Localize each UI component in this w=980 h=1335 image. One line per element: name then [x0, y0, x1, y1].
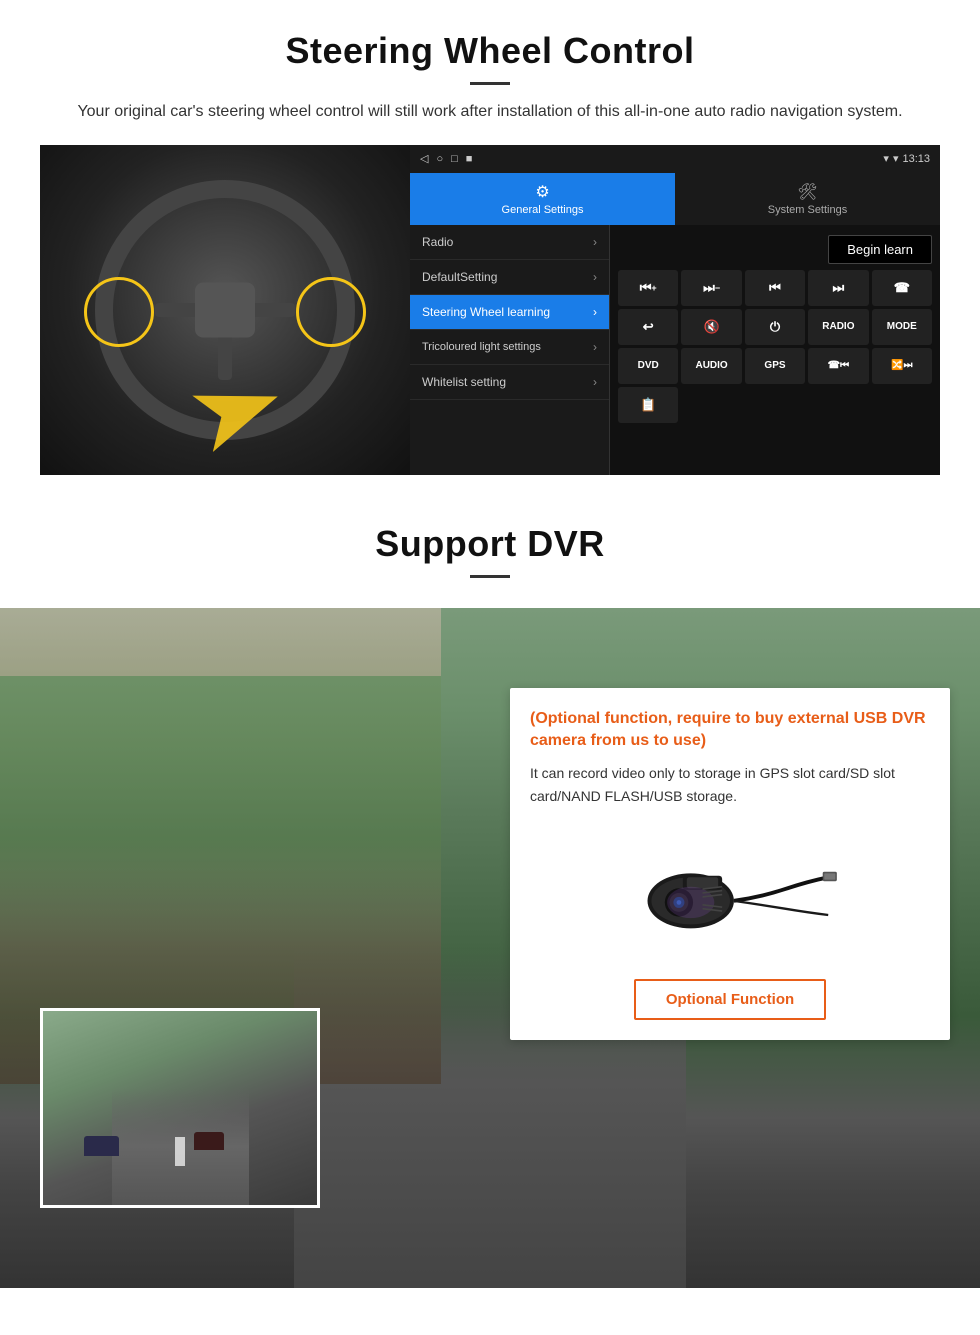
begin-learn-area: Begin learn — [614, 229, 936, 270]
settings-menu-list: Radio › DefaultSetting › Steering Wheel … — [410, 225, 610, 475]
dvr-background: (Optional function, require to buy exter… — [0, 608, 980, 1288]
wheel-center-hub — [195, 282, 255, 337]
home-button-icon[interactable]: ○ — [436, 153, 443, 165]
ctrl-back[interactable]: ↩ — [618, 309, 678, 345]
section-subtitle: Your original car's steering wheel contr… — [60, 99, 920, 125]
steering-wheel-section: Steering Wheel Control Your original car… — [0, 0, 980, 495]
chevron-right-icon: › — [593, 340, 597, 354]
thumbnail-image — [43, 1011, 317, 1205]
menu-item-steering-wheel[interactable]: Steering Wheel learning › — [410, 295, 609, 330]
ctrl-mute[interactable]: 🔇 — [681, 309, 741, 345]
menu-item-tricoloured[interactable]: Tricoloured light settings › — [410, 330, 609, 365]
menu-item-whitelist[interactable]: Whitelist setting › — [410, 365, 609, 400]
gear-icon: ⚙ — [535, 182, 549, 202]
vegetation-bg — [0, 676, 441, 948]
steering-container: ◁ ○ □ ■ ▾ ▾ 13:13 ⚙ General Settings — [40, 145, 940, 475]
support-dvr-section: Support DVR (Optional function, require … — [0, 495, 980, 1288]
dvr-thumbnail-preview — [40, 1008, 320, 1208]
record-icon: ■ — [466, 153, 473, 165]
ctrl-prev-track[interactable]: ⏮ — [745, 270, 805, 306]
thumbnail-car-1 — [84, 1136, 119, 1156]
thumbnail-road-line — [175, 1137, 186, 1166]
begin-learn-button[interactable]: Begin learn — [828, 235, 932, 264]
dvr-info-title: (Optional function, require to buy exter… — [530, 708, 930, 753]
tab-system-settings[interactable]: 🛠 System Settings — [675, 173, 940, 225]
ctrl-gps[interactable]: GPS — [745, 348, 805, 384]
ctrl-power[interactable]: ⏻ — [745, 309, 805, 345]
system-icon: 🛠 — [797, 182, 817, 202]
menu-item-default-setting[interactable]: DefaultSetting › — [410, 260, 609, 295]
highlight-circle-right — [296, 277, 366, 347]
chevron-right-icon: › — [593, 375, 597, 389]
clock: 13:13 — [902, 153, 930, 165]
dvr-camera-svg — [620, 833, 840, 953]
dvr-camera-device — [530, 823, 930, 963]
ctrl-next-track[interactable]: ⏭ — [808, 270, 868, 306]
statusbar-nav: ◁ ○ □ ■ — [420, 152, 472, 165]
ctrl-phone[interactable]: ☎ — [872, 270, 932, 306]
ctrl-audio[interactable]: AUDIO — [681, 348, 741, 384]
settings-tabs: ⚙ General Settings 🛠 System Settings — [410, 173, 940, 225]
optional-function-button[interactable]: Optional Function — [634, 979, 826, 1020]
highlight-circle-left — [84, 277, 154, 347]
ctrl-dvd[interactable]: DVD — [618, 348, 678, 384]
wifi-icon: ▾ — [893, 152, 899, 165]
title-divider — [470, 82, 510, 85]
steering-photo — [40, 145, 410, 475]
dvr-info-card: (Optional function, require to buy exter… — [510, 688, 950, 1041]
ctrl-vol-up[interactable]: ⏮+ — [618, 270, 678, 306]
statusbar-status: ▾ ▾ 13:13 — [883, 152, 930, 165]
dvr-info-text: It can record video only to storage in G… — [530, 762, 930, 807]
android-statusbar: ◁ ○ □ ■ ▾ ▾ 13:13 — [410, 145, 940, 173]
ctrl-mode[interactable]: MODE — [872, 309, 932, 345]
android-settings-panel: ◁ ○ □ ■ ▾ ▾ 13:13 ⚙ General Settings — [410, 145, 940, 475]
ctrl-shuffle-next[interactable]: 🔀⏭ — [872, 348, 932, 384]
dvr-divider — [470, 575, 510, 578]
dvr-title-area: Support DVR — [0, 495, 980, 608]
settings-menu-area: Radio › DefaultSetting › Steering Wheel … — [410, 225, 940, 475]
ctrl-vol-down[interactable]: ⏭− — [681, 270, 741, 306]
menu-item-radio[interactable]: Radio › — [410, 225, 609, 260]
tab-system-label: System Settings — [768, 204, 847, 216]
ctrl-radio[interactable]: RADIO — [808, 309, 868, 345]
thumbnail-car-2 — [194, 1132, 224, 1150]
chevron-right-icon: › — [593, 305, 597, 319]
tab-general-label: General Settings — [502, 204, 584, 216]
back-button-icon[interactable]: ◁ — [420, 152, 428, 165]
page-title: Steering Wheel Control — [40, 30, 940, 72]
control-buttons-grid: ⏮+ ⏭− ⏮ ⏭ ☎ ↩ 🔇 ⏻ RADIO MODE DVD AUDIO — [614, 270, 936, 423]
settings-content-area: Begin learn ⏮+ ⏭− ⏮ ⏭ ☎ ↩ 🔇 ⏻ RA — [610, 225, 940, 475]
signal-icon: ▾ — [883, 152, 889, 165]
recents-button-icon[interactable]: □ — [451, 153, 458, 165]
tab-general-settings[interactable]: ⚙ General Settings — [410, 173, 675, 225]
chevron-right-icon: › — [593, 270, 597, 284]
dvr-title: Support DVR — [40, 523, 940, 565]
ctrl-phone-prev[interactable]: ☎⏮ — [808, 348, 868, 384]
chevron-right-icon: › — [593, 235, 597, 249]
ctrl-extra[interactable]: 📋 — [618, 387, 678, 423]
